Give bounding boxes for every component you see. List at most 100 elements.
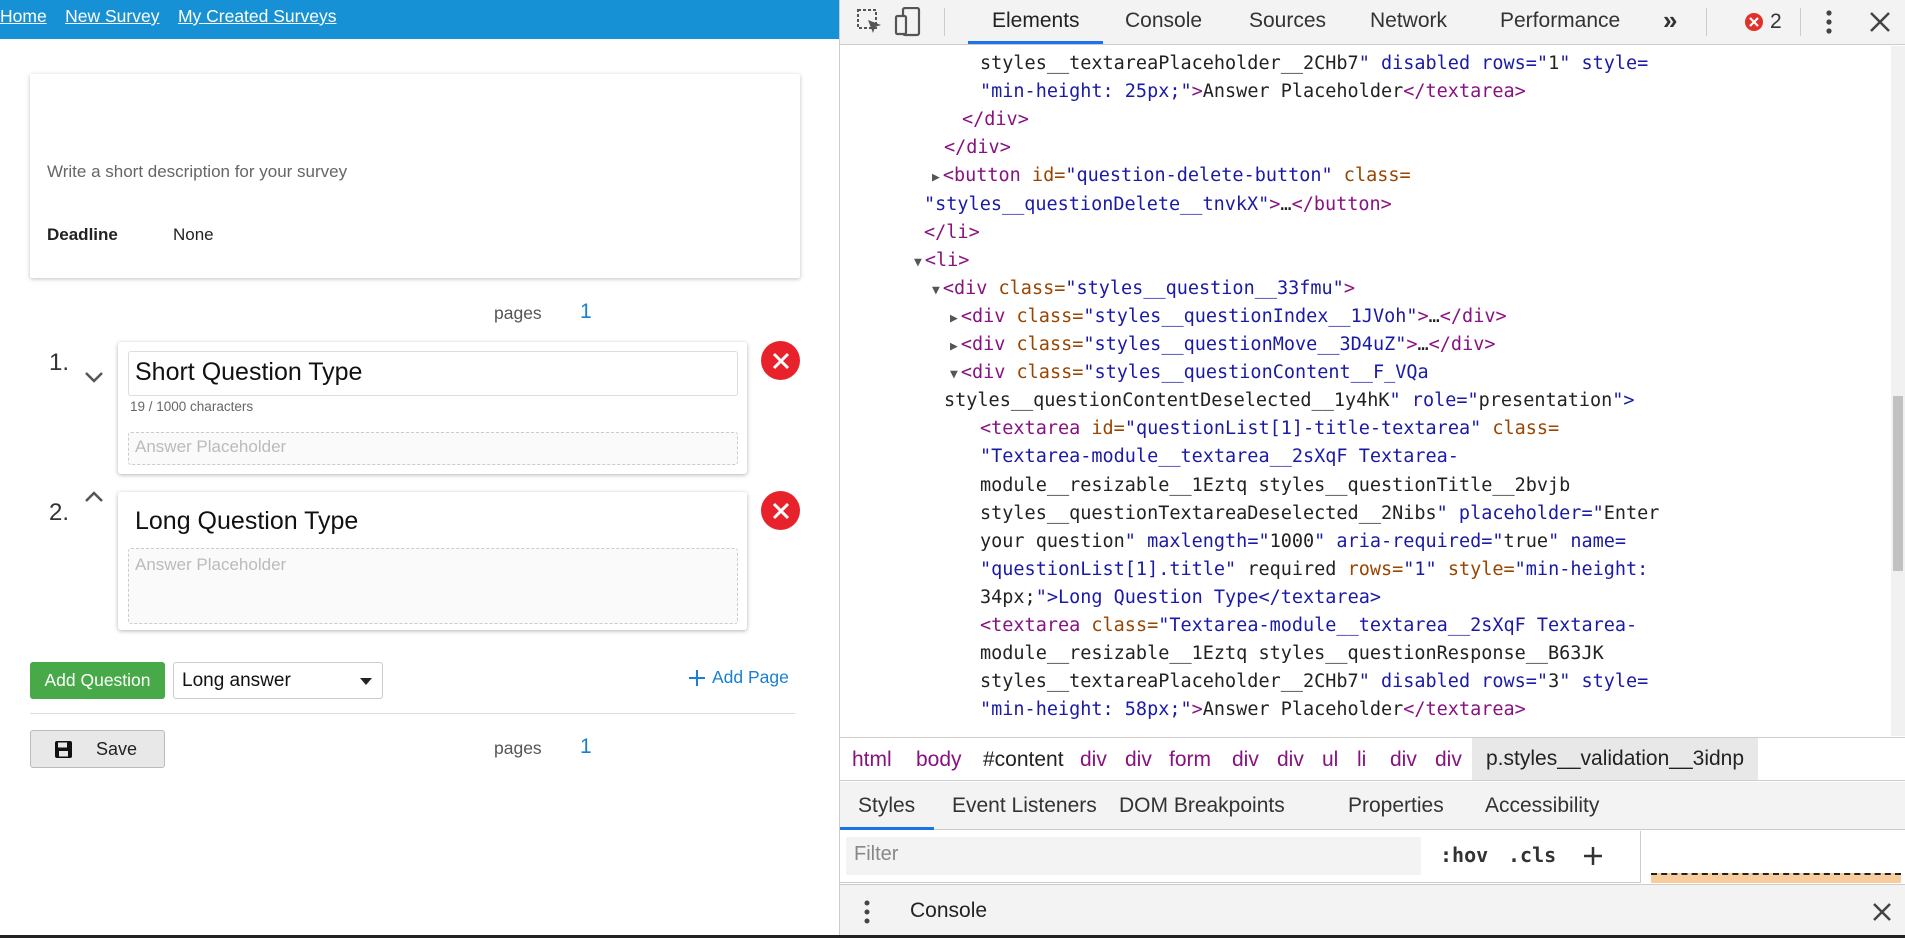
add-question-button[interactable]: Add Question bbox=[30, 662, 165, 699]
tab-sources[interactable]: Sources bbox=[1249, 9, 1326, 33]
breadcrumb-item[interactable]: body bbox=[916, 748, 962, 772]
add-page-label: Add Page bbox=[712, 667, 789, 687]
breadcrumb-item[interactable]: li bbox=[1357, 748, 1366, 772]
subtab-styles[interactable]: Styles bbox=[858, 794, 915, 818]
styles-filter-bar: Filter :hov .cls bbox=[840, 831, 1905, 883]
dom-tree-line[interactable]: "styles__questionDelete__tnvkX">…</butto… bbox=[924, 191, 1392, 219]
breadcrumb-item[interactable]: div bbox=[1390, 748, 1417, 772]
kebab-menu-icon[interactable] bbox=[1824, 8, 1834, 36]
expand-triangle-down-icon[interactable]: ▼ bbox=[914, 255, 922, 270]
dom-tree-line[interactable]: </div> bbox=[962, 106, 1029, 134]
tab-console[interactable]: Console bbox=[1125, 9, 1202, 33]
dom-tree-line[interactable]: "Textarea-module__textarea__2sXqF Textar… bbox=[980, 443, 1459, 471]
elements-scrollbar[interactable] bbox=[1891, 46, 1905, 736]
dom-tree-text: "Textarea-module__textarea__2sXqF Textar… bbox=[980, 446, 1459, 468]
cls-toggle[interactable]: .cls bbox=[1508, 843, 1556, 867]
breadcrumb-item[interactable]: div bbox=[1435, 748, 1462, 772]
subtab-properties[interactable]: Properties bbox=[1348, 794, 1444, 818]
dom-tree-line[interactable]: <textarea class="Textarea-module__textar… bbox=[980, 612, 1637, 640]
styles-filter-input[interactable]: Filter bbox=[846, 837, 1421, 875]
page-link-1[interactable]: 1 bbox=[580, 300, 592, 324]
question-card[interactable]: Long Question Type Answer Placeholder bbox=[118, 492, 747, 630]
page-link-1[interactable]: 1 bbox=[580, 735, 592, 759]
drawer-tab-console[interactable]: Console bbox=[910, 899, 987, 923]
breadcrumb-item[interactable]: p.styles__validation__3idnp bbox=[1472, 738, 1759, 780]
expand-triangle-right-icon[interactable]: ▶ bbox=[950, 339, 958, 354]
save-label: Save bbox=[96, 738, 138, 759]
dom-tree-line[interactable]: "questionList[1].title" required rows="1… bbox=[980, 556, 1648, 584]
dom-tree-line[interactable]: your question" maxlength="1000" aria-req… bbox=[980, 528, 1626, 556]
expand-triangle-right-icon[interactable]: ▶ bbox=[932, 170, 940, 185]
dom-tree-line[interactable]: "min-height: 25px;">Answer Placeholder</… bbox=[980, 78, 1526, 106]
question-type-select[interactable]: Long answer bbox=[173, 662, 383, 699]
drawer-menu-icon[interactable] bbox=[862, 899, 872, 925]
breadcrumb-item[interactable]: form bbox=[1169, 748, 1211, 772]
devtools-toolbar: Elements Console Sources Network Perform… bbox=[840, 0, 1905, 45]
breadcrumb-item[interactable]: div bbox=[1125, 748, 1152, 772]
dom-tree-line[interactable]: styles__textareaPlaceholder__2CHb7" disa… bbox=[980, 50, 1648, 78]
nav-link-new-survey[interactable]: New Survey bbox=[65, 6, 159, 27]
dom-tree-text: your question" maxlength="1000" aria-req… bbox=[980, 530, 1627, 552]
dom-tree-line[interactable]: ▼ <div class="styles__question__33fmu"> bbox=[932, 275, 1355, 305]
breadcrumb-item[interactable]: #content bbox=[983, 748, 1064, 772]
nav-link-home[interactable]: Home bbox=[0, 6, 47, 27]
plus-icon bbox=[689, 669, 705, 686]
hov-toggle[interactable]: :hov bbox=[1440, 843, 1488, 867]
tab-performance[interactable]: Performance bbox=[1500, 9, 1620, 33]
nav-link-my-surveys[interactable]: My Created Surveys bbox=[178, 6, 337, 27]
close-devtools-icon[interactable] bbox=[1868, 10, 1892, 34]
dom-tree-line[interactable]: styles__textareaPlaceholder__2CHb7" disa… bbox=[980, 668, 1648, 696]
dom-tree-line[interactable]: ▶ <button id="question-delete-button" cla… bbox=[932, 162, 1411, 192]
expand-triangle-down-icon[interactable]: ▼ bbox=[932, 283, 940, 298]
new-style-rule-icon[interactable] bbox=[1582, 845, 1604, 867]
dom-tree-line[interactable]: ▼ <li> bbox=[914, 247, 969, 277]
dom-tree-line[interactable]: <textarea id="questionList[1]-title-text… bbox=[980, 415, 1559, 443]
error-counter[interactable]: 2 bbox=[1744, 10, 1782, 34]
chevron-up-icon[interactable] bbox=[84, 490, 104, 504]
question-title-input[interactable]: Long Question Type bbox=[128, 500, 738, 545]
save-button[interactable]: Save bbox=[30, 730, 165, 768]
survey-description-input[interactable]: Write a short description for your surve… bbox=[47, 162, 347, 182]
close-drawer-icon[interactable] bbox=[1872, 902, 1892, 922]
subtab-accessibility[interactable]: Accessibility bbox=[1485, 794, 1599, 818]
chevron-down-icon[interactable] bbox=[84, 370, 104, 384]
device-toolbar-icon[interactable] bbox=[894, 7, 922, 37]
inspect-element-icon[interactable] bbox=[856, 8, 884, 36]
breadcrumb-item[interactable]: html bbox=[852, 748, 892, 772]
dom-tree-line[interactable]: ▶ <div class="styles__questionIndex__1JVo… bbox=[950, 303, 1507, 333]
dom-tree-line[interactable]: module__resizable__1Eztq styles__questio… bbox=[980, 640, 1604, 668]
subtab-event-listeners[interactable]: Event Listeners bbox=[952, 794, 1097, 818]
dom-tree-line[interactable]: ▼ <div class="styles__questionContent__F_… bbox=[950, 359, 1429, 389]
deadline-value[interactable]: None bbox=[173, 225, 214, 245]
dom-tree-line[interactable]: 34px;">Long Question Type</textarea> bbox=[980, 584, 1381, 612]
breadcrumb-item[interactable]: div bbox=[1232, 748, 1259, 772]
question-delete-button[interactable] bbox=[761, 491, 800, 530]
dom-tree-text: <textarea class="Textarea-module__textar… bbox=[980, 615, 1638, 636]
add-page-button[interactable]: Add Page bbox=[688, 667, 789, 688]
expand-triangle-right-icon[interactable]: ▶ bbox=[950, 311, 958, 326]
tab-network[interactable]: Network bbox=[1370, 9, 1447, 33]
more-tabs-button[interactable]: » bbox=[1663, 5, 1677, 36]
dom-tree-line[interactable]: </li> bbox=[924, 219, 980, 247]
expand-triangle-down-icon[interactable]: ▼ bbox=[950, 367, 958, 382]
elements-tree[interactable]: styles__textareaPlaceholder__2CHb7" disa… bbox=[840, 46, 1890, 736]
question-card[interactable]: Short Question Type 19 / 1000 characters… bbox=[118, 342, 747, 474]
dom-tree-line[interactable]: </div> bbox=[944, 134, 1011, 162]
breadcrumb-item[interactable]: div bbox=[1080, 748, 1107, 772]
dom-tree-line[interactable]: ▶ <div class="styles__questionMove__3D4uZ… bbox=[950, 331, 1496, 361]
question-delete-button[interactable] bbox=[761, 341, 800, 380]
dom-tree-line[interactable]: "min-height: 58px;">Answer Placeholder</… bbox=[980, 696, 1526, 724]
breadcrumb-item[interactable]: ul bbox=[1322, 748, 1338, 772]
dom-tree-line[interactable]: module__resizable__1Eztq styles__questio… bbox=[980, 472, 1570, 500]
top-navbar: Home New Survey My Created Surveys bbox=[0, 0, 839, 39]
survey-app: Home New Survey My Created Surveys Write… bbox=[0, 0, 839, 938]
dom-tree-text: </div> bbox=[962, 109, 1029, 131]
question-title-input[interactable]: Short Question Type bbox=[128, 351, 738, 396]
dom-breadcrumbs: html body #content div div form div div ul li div d… bbox=[840, 737, 1905, 781]
dom-tree-line[interactable]: styles__questionContentDeselected__1y4hK… bbox=[944, 387, 1635, 415]
subtab-dom-breakpoints[interactable]: DOM Breakpoints bbox=[1119, 794, 1285, 818]
scrollbar-thumb[interactable] bbox=[1893, 396, 1903, 571]
dom-tree-line[interactable]: styles__questionTextareaDeselected__2Nib… bbox=[980, 500, 1659, 528]
breadcrumb-item[interactable]: div bbox=[1277, 748, 1304, 772]
tab-elements[interactable]: Elements bbox=[992, 9, 1080, 33]
